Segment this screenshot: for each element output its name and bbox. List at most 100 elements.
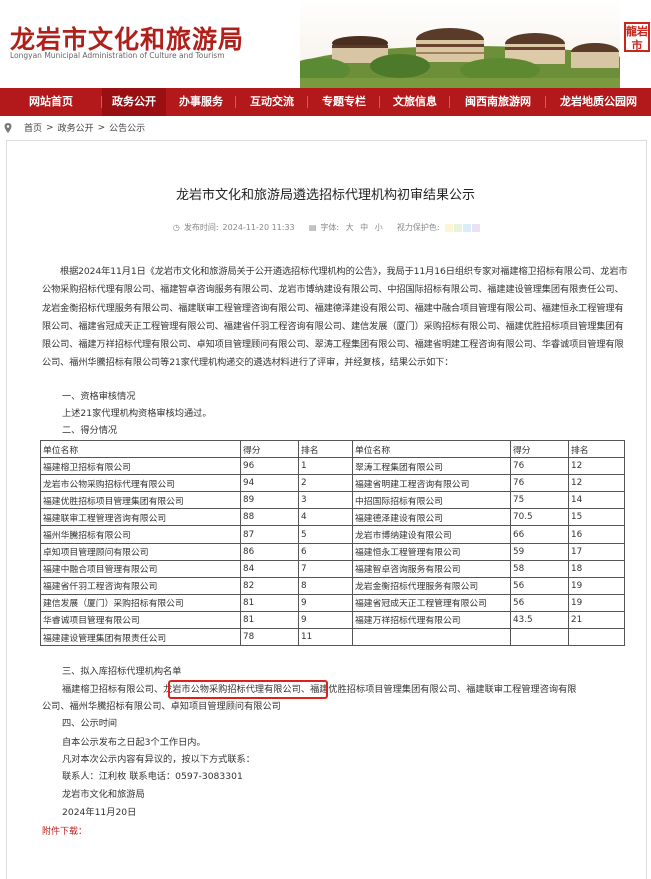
table-cell: 福建榕卫招标有限公司: [40, 457, 241, 476]
nav-label: 专题专栏: [322, 95, 366, 108]
seal-logo: 龍岩市: [624, 22, 650, 52]
table-cell: 94: [240, 474, 299, 493]
table-cell: 66: [510, 525, 569, 544]
nav-services[interactable]: 办事服务: [166, 88, 236, 116]
table-cell: 福州华騰招标有限公司: [40, 525, 241, 544]
table-cell: 8: [298, 576, 353, 595]
table-row: 卓知项目管理顾问有限公司 86 6 福建恒永工程管理有限公司 59 17: [40, 542, 625, 561]
nav-topics[interactable]: 专题专栏: [308, 88, 380, 116]
table-cell: 58: [510, 559, 569, 578]
protect-color-green[interactable]: [454, 223, 463, 232]
clock-icon: ◷: [172, 223, 180, 232]
nav-label: 龙岩地质公园网: [560, 95, 637, 108]
table-cell: [510, 628, 569, 647]
table-cell: 96: [240, 457, 299, 476]
table-cell: 3: [298, 491, 353, 510]
nav-gov-affairs[interactable]: 政务公开: [102, 88, 166, 116]
font-small-button[interactable]: 小: [375, 223, 383, 232]
table-cell: 86: [240, 542, 299, 561]
banner-image: [300, 0, 620, 88]
nav-culture-news[interactable]: 文旅信息: [380, 88, 450, 116]
main-nav: 网站首页 政务公开 办事服务 互动交流 专题专栏 文旅信息 闽西南旅游网 龙岩地…: [0, 88, 651, 116]
nav-geopark-site[interactable]: 龙岩地质公园网: [546, 88, 651, 116]
table-cell: 88: [240, 508, 299, 527]
table-cell: 78: [240, 628, 299, 647]
table-header-row: 单位名称 得分 排名 单位名称 得分 排名: [40, 439, 625, 459]
qualification-text: 上述21家代理机构资格审核均通过。: [62, 408, 212, 419]
table-cell: 福建智卓咨询服务有限公司: [352, 559, 511, 578]
site-header: 龙岩市文化和旅游局 Longyan Municipal Administrati…: [0, 0, 651, 88]
table-cell: 19: [568, 576, 625, 595]
table-cell: 1: [298, 457, 353, 476]
table-cell: 84: [240, 559, 299, 578]
table-cell: 56: [510, 593, 569, 612]
table-cell: 87: [240, 525, 299, 544]
shortlist-part-a: 福建榕卫招标有限公司、: [62, 684, 164, 695]
nav-home[interactable]: 网站首页: [0, 88, 102, 116]
table-cell: 5: [298, 525, 353, 544]
font-medium-button[interactable]: 中: [360, 223, 368, 232]
breadcrumb-notices[interactable]: 公告公示: [109, 121, 145, 134]
table-cell: 18: [568, 559, 625, 578]
breadcrumb-home[interactable]: 首页: [24, 121, 42, 134]
table-header: 单位名称: [40, 439, 241, 459]
table-row: 建信发展（厦门）采购招标有限公司 81 9 福建省冠成天正工程管理有限公司 56 19: [40, 593, 625, 612]
table-cell: 建信发展（厦门）采购招标有限公司: [40, 593, 241, 612]
table-cell: 4: [298, 508, 353, 527]
contact-intro: 凡对本次公示内容有异议的，按以下方式联系：: [62, 754, 255, 765]
table-cell: 9: [298, 593, 353, 612]
table-cell: 福建建设管理集团有限责任公司: [40, 628, 241, 647]
table-cell: 81: [240, 610, 299, 630]
highlight-annotation: [168, 680, 328, 699]
font-size-icon: ▤: [308, 223, 317, 232]
table-row: 福建联审工程管理咨询有限公司 88 4 福建德泽建设有限公司 70.5 15: [40, 508, 625, 527]
seal-text: 龍岩市: [626, 25, 648, 52]
nav-tourism-site[interactable]: 闽西南旅游网: [450, 88, 546, 116]
section-shortlist: 三、拟入库招标代理机构名单: [62, 666, 182, 677]
table-row: 福建优胜招标项目管理集团有限公司 89 3 中招国际招标有限公司 75 14: [40, 491, 625, 510]
table-cell: 福建优胜招标项目管理集团有限公司: [40, 491, 241, 510]
table-header: 得分: [510, 439, 569, 459]
table-cell: 82: [240, 576, 299, 595]
table-cell: 龙岩市博纳建设有限公司: [352, 525, 511, 544]
signature-org: 龙岩市文化和旅游局: [62, 789, 145, 800]
table-row: 福建建设管理集团有限责任公司 78 11: [40, 628, 625, 647]
protect-color-blue[interactable]: [463, 223, 472, 232]
table-row: 华睿诚项目管理有限公司 81 9 福建万祥招标代理有限公司 43.5 21: [40, 610, 625, 630]
table-cell: 7: [298, 559, 353, 578]
breadcrumb: 首页 > 政务公开 > 公告公示: [4, 121, 149, 134]
table-row: 福建省仟羽工程咨询有限公司 82 8 龙岩金衡招标代理服务有限公司 56 19: [40, 576, 625, 595]
section-notice-period: 四、公示时间: [62, 718, 118, 729]
table-cell: 89: [240, 491, 299, 510]
breadcrumb-sep: >: [97, 122, 106, 133]
attachment-download-link[interactable]: 附件下载：: [42, 824, 87, 837]
table-row: 福建榕卫招标有限公司 96 1 翠涛工程集团有限公司 76 12: [40, 457, 625, 476]
table-cell: [568, 628, 625, 647]
nav-label: 互动交流: [250, 95, 294, 108]
table-cell: 17: [568, 542, 625, 561]
table-cell: 14: [568, 491, 625, 510]
table-cell: 2: [298, 474, 353, 493]
notice-period-text: 自本公示发布之日起3个工作日内。: [62, 737, 206, 748]
font-large-button[interactable]: 大: [346, 223, 354, 232]
font-label: 字体:: [320, 223, 340, 232]
article-title: 龙岩市文化和旅游局遴选招标代理机构初审结果公示: [175, 188, 475, 203]
protect-color-purple[interactable]: [472, 223, 481, 232]
table-cell: 龙岩金衡招标代理服务有限公司: [352, 576, 511, 595]
table-cell: 9: [298, 610, 353, 630]
nav-interaction[interactable]: 互动交流: [236, 88, 308, 116]
protect-color-yellow[interactable]: [445, 223, 454, 232]
article-intro: 根据2024年11月1日《龙岩市文化和旅游局关于公开遴选招标代理机构的公告》，我…: [42, 266, 628, 369]
breadcrumb-gov-affairs[interactable]: 政务公开: [58, 121, 94, 134]
table-cell: 70.5: [510, 508, 569, 527]
published-time: 2024-11-20 11:33: [222, 223, 295, 232]
shortlist-part-c: 福建优胜招标项目管理集团有限公司、福建联审工程管理咨询有限: [310, 684, 577, 695]
nav-label: 文旅信息: [393, 95, 437, 108]
eye-protect-label: 视力保护色:: [396, 223, 440, 232]
table-cell: 福建德泽建设有限公司: [352, 508, 511, 527]
table-cell: 21: [568, 610, 625, 630]
table-body: 福建榕卫招标有限公司 96 1 翠涛工程集团有限公司 76 12 龙岩市公物采购招标代理有限…: [40, 457, 625, 647]
table-cell: 福建万祥招标代理有限公司: [352, 610, 511, 630]
table-cell: 福建恒永工程管理有限公司: [352, 542, 511, 561]
table-cell: 19: [568, 593, 625, 612]
